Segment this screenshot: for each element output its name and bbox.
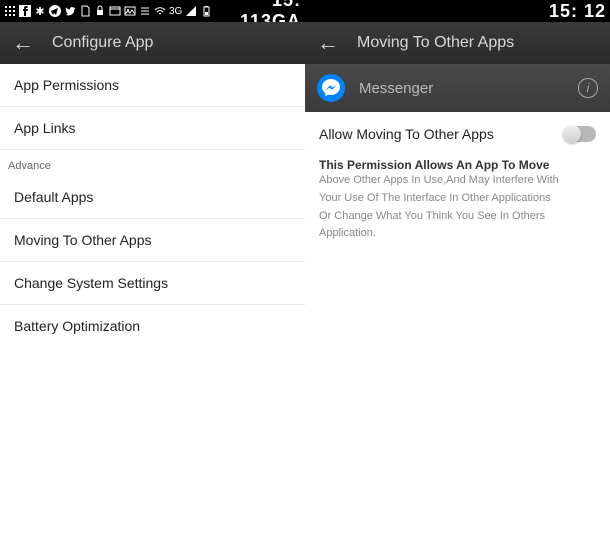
status-bar: ✱ 3G 15: 113GA (0, 0, 305, 22)
app-row: Messenger i (305, 64, 610, 112)
battery-optimization-item[interactable]: Battery Optimization (0, 305, 305, 347)
header: ← Configure App (0, 22, 305, 64)
sdcard-icon (79, 5, 91, 17)
permission-desc-line: Your Use Of The Interface In Other Appli… (305, 190, 610, 208)
toggle-label: Allow Moving To Other Apps (319, 126, 564, 142)
right-panel: 15: 12 ← Moving To Other Apps Messenger … (305, 0, 610, 542)
change-system-settings-item[interactable]: Change System Settings (0, 262, 305, 305)
toggle-row: Allow Moving To Other Apps (305, 112, 610, 152)
status-time: 15: 12 (309, 1, 606, 22)
default-apps-item[interactable]: Default Apps (0, 176, 305, 219)
moving-to-other-apps-item[interactable]: Moving To Other Apps (0, 219, 305, 262)
lock-icon (94, 5, 106, 17)
header-title: Moving To Other Apps (357, 34, 514, 52)
header: ← Moving To Other Apps (305, 22, 610, 64)
facebook-icon (19, 5, 31, 17)
app-permissions-item[interactable]: App Permissions (0, 64, 305, 107)
twitter-icon (64, 5, 76, 17)
messenger-icon (317, 74, 345, 102)
signal-icon (185, 5, 197, 17)
back-arrow-icon[interactable]: ← (12, 30, 34, 56)
window-icon (109, 5, 121, 17)
allow-moving-toggle[interactable] (564, 126, 596, 142)
permission-desc-title: This Permission Allows An App To Move (305, 152, 610, 172)
app-name: Messenger (359, 80, 564, 97)
star-icon: ✱ (34, 5, 46, 17)
permission-desc-line: Application. (305, 225, 610, 243)
toggle-thumb (563, 125, 581, 143)
status-icons: ✱ 3G (4, 5, 212, 17)
header-title: Configure App (52, 34, 153, 52)
status-bar: 15: 12 (305, 0, 610, 22)
left-panel: ✱ 3G 15: 113GA ← Configure App App Permi… (0, 0, 305, 542)
battery-icon (200, 5, 212, 17)
menu-icon (139, 5, 151, 17)
advance-section-label: Advance (0, 150, 305, 176)
network-label: 3G (169, 6, 182, 17)
image-icon (124, 5, 136, 17)
wifi-icon (154, 5, 166, 17)
permission-desc-line: Or Change What You Think You See In Othe… (305, 208, 610, 226)
app-links-item[interactable]: App Links (0, 107, 305, 150)
back-arrow-icon[interactable]: ← (317, 30, 339, 56)
permission-desc-line: Above Other Apps In Use,And May Interfer… (305, 172, 610, 190)
content: App Permissions App Links Advance Defaul… (0, 64, 305, 542)
grid-icon (4, 5, 16, 17)
telegram-icon (49, 5, 61, 17)
info-icon[interactable]: i (578, 78, 598, 98)
